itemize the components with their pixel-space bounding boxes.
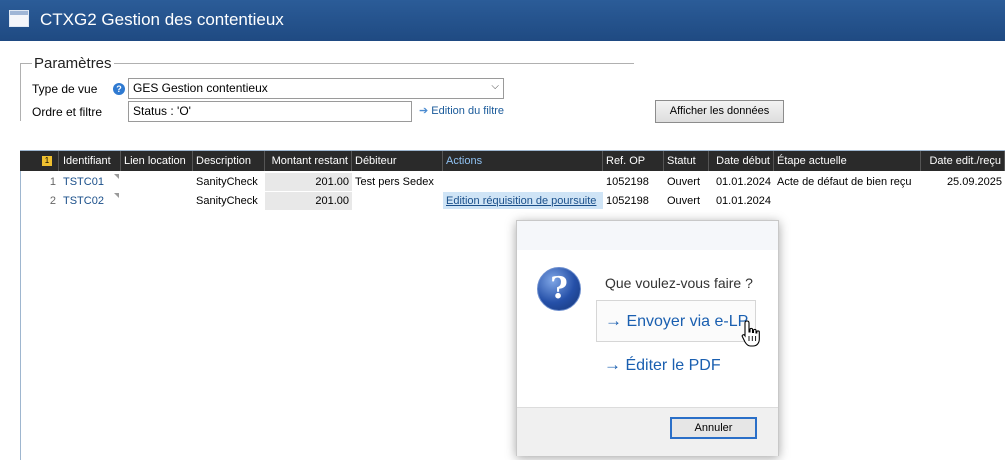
requisition-action-link[interactable]: Edition réquisition de poursuite — [443, 192, 603, 210]
row-number: 2 — [49, 195, 56, 207]
send-elp-label: Envoyer via e-LP — [626, 313, 749, 330]
sort-badge-icon: 1 — [42, 156, 52, 166]
table-cell-ref-op: 1052198 — [606, 195, 649, 207]
send-elp-option[interactable]: → Envoyer via e-LP — [596, 300, 756, 342]
help-icon[interactable]: ? — [113, 83, 125, 95]
dialog-header — [517, 221, 778, 250]
arrow-right-icon: ➔ — [419, 105, 429, 117]
edit-filter-link[interactable]: ➔ Edition du filtre — [419, 104, 504, 117]
table-cell-date-edit — [921, 192, 1005, 210]
col-header-debiteur[interactable]: Débiteur — [352, 151, 443, 171]
view-type-select[interactable]: GES Gestion contentieux ⌵ — [128, 78, 504, 99]
edit-pdf-label: Éditer le PDF — [625, 357, 721, 374]
table-cell-description: SanityCheck — [196, 195, 258, 207]
edit-filter-label: Edition du filtre — [431, 105, 505, 117]
parameters-legend: Paramètres — [32, 55, 114, 72]
arrow-right-icon: → — [605, 311, 622, 330]
table-cell-identifiant[interactable]: TSTC02 — [60, 192, 121, 210]
col-header-statut[interactable]: Statut — [664, 151, 709, 171]
table-cell-date-debut: 01.01.2024 — [715, 195, 771, 207]
cancel-button[interactable]: Annuler — [670, 417, 757, 439]
table-cell-statut: Ouvert — [667, 195, 701, 207]
view-type-value: GES Gestion contentieux — [133, 81, 268, 95]
table-cell-lien-location — [121, 173, 193, 191]
dialog-question: Que voulez-vous faire ? — [605, 275, 753, 291]
col-header-date-edit[interactable]: Date edit./reçu — [921, 151, 1005, 171]
table-cell-montant: 201.00 — [315, 195, 349, 207]
col-header-etape-actuelle[interactable]: Étape actuelle — [774, 151, 921, 171]
grid-corner[interactable]: 1 — [21, 151, 59, 171]
cell-marker-icon — [114, 193, 119, 198]
cell-marker-icon — [114, 174, 119, 179]
hand-cursor-icon — [741, 320, 760, 347]
app-window-icon — [9, 10, 29, 27]
col-header-lien-location[interactable]: Lien location — [121, 151, 193, 171]
col-header-description[interactable]: Description — [193, 151, 265, 171]
table-cell-etape — [774, 192, 921, 210]
question-icon: ? — [537, 267, 581, 311]
col-header-actions[interactable]: Actions — [443, 151, 603, 171]
col-header-date-debut[interactable]: Date début — [709, 151, 774, 171]
view-type-label: Type de vue — [32, 82, 98, 96]
table-cell-statut: Ouvert — [667, 176, 701, 188]
col-header-ref-op[interactable]: Ref. OP — [603, 151, 664, 171]
table-cell-description: SanityCheck — [196, 176, 258, 188]
table-cell-date-debut: 01.01.2024 — [715, 176, 771, 188]
table-cell-date-edit: 25.09.2025 — [946, 176, 1002, 188]
action-dialog: ? Que voulez-vous faire ? → Envoyer via … — [516, 220, 779, 456]
arrow-right-icon: → — [604, 355, 621, 374]
window-title: CTXG2 Gestion des contentieux — [40, 10, 284, 29]
table-cell-debiteur — [352, 192, 443, 210]
col-header-identifiant[interactable]: Identifiant — [60, 151, 121, 171]
order-filter-field[interactable]: Status : 'O' — [128, 101, 412, 122]
table-cell-identifiant[interactable]: TSTC01 — [60, 173, 121, 191]
edit-pdf-option[interactable]: → Éditer le PDF — [596, 345, 756, 387]
table-cell-debiteur: Test pers Sedex — [355, 176, 434, 188]
table-cell-montant: 201.00 — [315, 176, 349, 188]
row-number: 1 — [49, 176, 56, 188]
col-header-montant-restant[interactable]: Montant restant — [265, 151, 352, 171]
table-cell-lien-location — [121, 192, 193, 210]
show-data-button[interactable]: Afficher les données — [655, 100, 784, 123]
table-cell-etape: Acte de défaut de bien reçu — [777, 176, 912, 188]
title-bar: CTXG2 Gestion des contentieux — [0, 0, 1005, 41]
order-filter-label: Ordre et filtre — [32, 105, 103, 119]
table-cell-ref-op: 1052198 — [606, 176, 649, 188]
fieldset-border-left — [20, 63, 21, 121]
chevron-down-icon: ⌵ — [491, 81, 499, 92]
table-cell-actions[interactable] — [443, 173, 603, 191]
